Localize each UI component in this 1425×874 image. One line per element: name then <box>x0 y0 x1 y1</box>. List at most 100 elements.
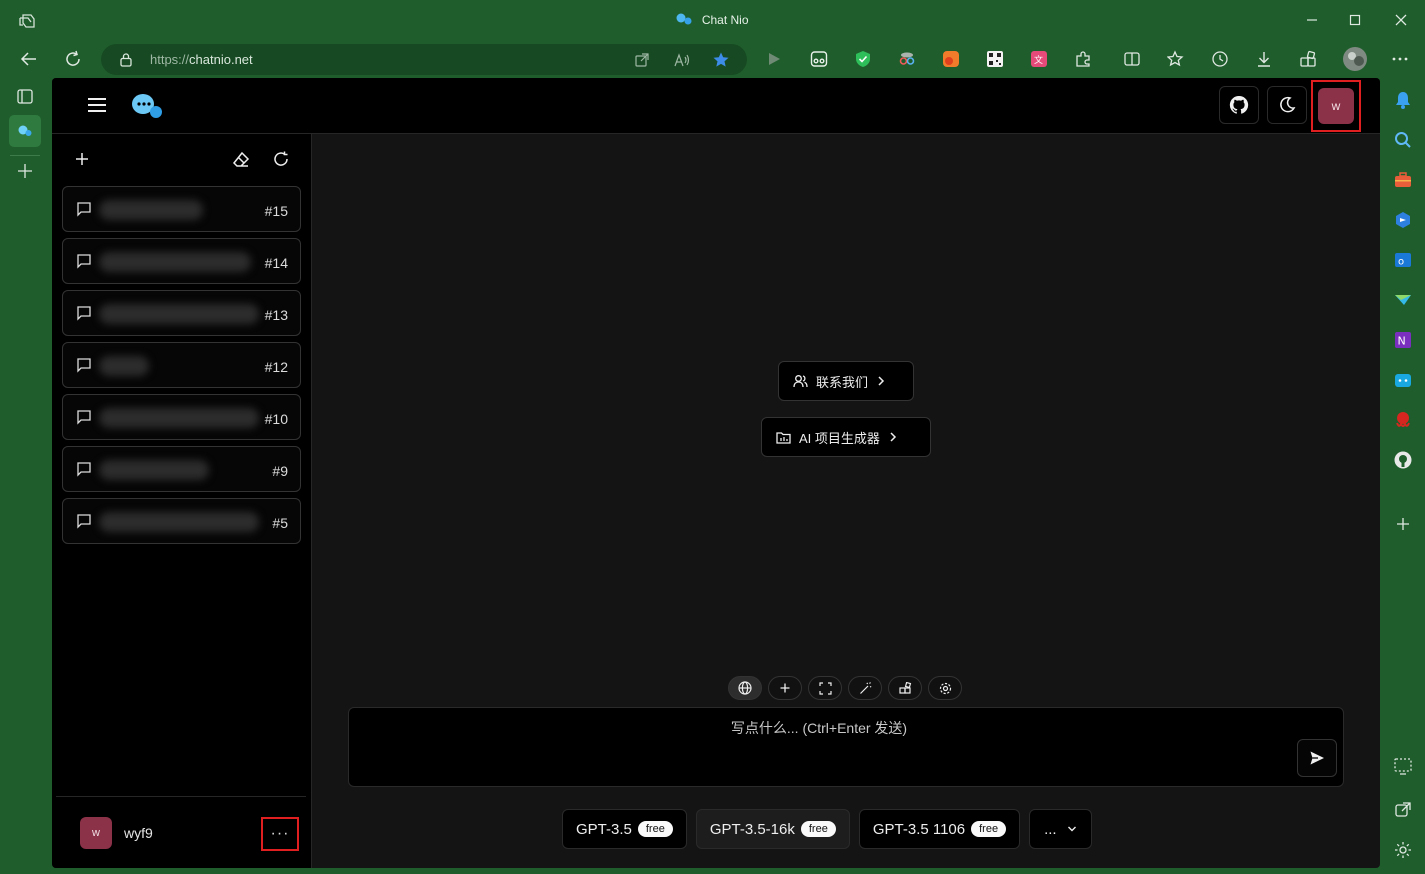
back-icon[interactable] <box>19 49 39 69</box>
chat-input[interactable] <box>349 708 1289 786</box>
conversation-title-blurred <box>99 200 203 220</box>
more-models-dropdown[interactable]: ... <box>1029 809 1092 849</box>
favorites-icon[interactable] <box>1167 50 1185 68</box>
lock-icon[interactable] <box>119 52 133 67</box>
conversation-number: #10 <box>264 411 288 427</box>
sidebar-user-avatar[interactable]: w <box>80 817 112 849</box>
url-text[interactable]: https://chatnio.net <box>150 52 253 67</box>
extensions-puzzle-icon[interactable] <box>1074 50 1092 68</box>
menu-hamburger-icon[interactable] <box>86 95 108 115</box>
theme-toggle-button[interactable] <box>1267 86 1307 124</box>
conversation-title-blurred <box>99 356 149 376</box>
url-host: chatnio.net <box>189 52 253 67</box>
drop-send-icon[interactable] <box>1393 290 1413 310</box>
open-in-app-icon[interactable] <box>633 51 651 69</box>
github-sidebar-icon[interactable] <box>1393 450 1413 470</box>
qr-extension-icon[interactable] <box>986 50 1004 68</box>
conversation-title-blurred <box>99 304 259 324</box>
profile-avatar-icon[interactable] <box>1342 46 1368 72</box>
market-button[interactable] <box>888 676 922 700</box>
split-screen-icon[interactable] <box>1123 50 1141 68</box>
conversation-title-blurred <box>99 512 259 532</box>
conversation-item[interactable]: #14 <box>62 238 301 284</box>
contact-us-button[interactable]: 联系我们 <box>778 361 914 401</box>
message-square-icon <box>77 410 91 425</box>
header-user-avatar[interactable]: w <box>1311 80 1361 132</box>
message-square-icon <box>77 306 91 321</box>
model-option-gpt-3-5-1106[interactable]: GPT-3.5 1106 free <box>858 809 1021 849</box>
input-toolbar <box>728 676 962 702</box>
user-more-button[interactable]: ··· <box>261 817 299 851</box>
eyes-extension-icon[interactable] <box>810 50 828 68</box>
chat-settings-button[interactable] <box>928 676 962 700</box>
close-icon[interactable] <box>1391 10 1411 30</box>
maximize-icon[interactable] <box>1345 10 1365 30</box>
conversation-item[interactable]: #10 <box>62 394 301 440</box>
conversation-item[interactable]: #5 <box>62 498 301 544</box>
favorite-star-icon[interactable] <box>712 51 730 69</box>
conversation-item[interactable]: #15 <box>62 186 301 232</box>
conversation-number: #9 <box>272 463 288 479</box>
octopus-extension-icon[interactable] <box>1393 410 1413 430</box>
svg-text:o: o <box>1398 257 1404 268</box>
magic-wand-button[interactable] <box>848 676 882 700</box>
new-chat-plus-icon[interactable] <box>73 150 91 168</box>
orange-extension-icon[interactable] <box>942 50 960 68</box>
tab-actions-icon[interactable] <box>15 86 35 106</box>
url-scheme: https:// <box>150 52 190 67</box>
conversation-title-blurred <box>99 460 209 480</box>
refresh-list-icon[interactable] <box>272 150 290 168</box>
refresh-icon[interactable] <box>63 49 83 69</box>
send-button[interactable] <box>1297 739 1337 777</box>
model-option-gpt-3-5[interactable]: GPT-3.5 free <box>562 809 687 849</box>
eraser-icon[interactable] <box>232 150 250 168</box>
shield-extension-icon[interactable] <box>854 50 872 68</box>
model-option-gpt-3-5-16k[interactable]: GPT-3.5-16k free <box>695 809 850 849</box>
web-search-toggle[interactable] <box>728 676 762 700</box>
moon-icon <box>1280 96 1296 113</box>
new-tab-icon[interactable] <box>15 161 35 181</box>
sidebar-settings-icon[interactable] <box>1393 840 1413 860</box>
notifications-bell-icon[interactable] <box>1393 90 1413 110</box>
plus-icon <box>780 683 790 693</box>
model-selector: GPT-3.5 free GPT-3.5-16k free GPT-3.5 11… <box>562 809 1092 849</box>
conversation-item[interactable]: #13 <box>62 290 301 336</box>
fullscreen-button[interactable] <box>808 676 842 700</box>
history-icon[interactable] <box>1211 50 1229 68</box>
copilot-icon[interactable] <box>1393 210 1413 230</box>
more-models-label: ... <box>1044 820 1057 838</box>
bilibili-icon[interactable] <box>1393 370 1413 390</box>
open-external-icon[interactable] <box>1393 800 1413 820</box>
spy-extension-icon[interactable] <box>898 50 916 68</box>
address-bar[interactable]: https://chatnio.net <box>101 44 747 75</box>
minimize-icon[interactable] <box>1302 10 1322 30</box>
ai-project-generator-button[interactable]: AI 项目生成器 <box>761 417 931 457</box>
window-title-text: Chat Nio <box>701 13 749 27</box>
message-square-icon <box>77 514 91 529</box>
chatnio-app-logo-icon[interactable] <box>130 92 164 120</box>
collections-icon[interactable] <box>1299 50 1317 68</box>
conversation-number: #15 <box>264 203 288 219</box>
downloads-icon[interactable] <box>1255 50 1273 68</box>
tools-briefcase-icon[interactable] <box>1393 170 1413 190</box>
model-free-badge: free <box>971 821 1007 837</box>
attach-file-button[interactable] <box>768 676 802 700</box>
conversation-item[interactable]: #9 <box>62 446 301 492</box>
header-avatar-letter: w <box>1318 88 1354 124</box>
conversation-number: #5 <box>272 515 288 531</box>
screenshot-icon[interactable] <box>1393 756 1413 776</box>
read-aloud-icon[interactable] <box>673 51 691 69</box>
edge-sidebar: o N <box>1381 78 1425 874</box>
conversation-title-blurred <box>99 252 251 272</box>
search-icon[interactable] <box>1393 130 1413 150</box>
vertical-tab-strip <box>0 78 50 874</box>
github-button[interactable] <box>1219 86 1259 124</box>
translate-extension-icon[interactable]: 文 <box>1030 50 1048 68</box>
settings-more-icon[interactable] <box>1391 50 1409 68</box>
onenote-icon[interactable]: N <box>1393 330 1413 350</box>
play-extension-icon[interactable] <box>765 50 783 68</box>
outlook-icon[interactable]: o <box>1393 250 1413 270</box>
conversation-item[interactable]: #12 <box>62 342 301 388</box>
message-square-icon <box>77 202 91 217</box>
sidebar-add-icon[interactable] <box>1393 514 1413 534</box>
